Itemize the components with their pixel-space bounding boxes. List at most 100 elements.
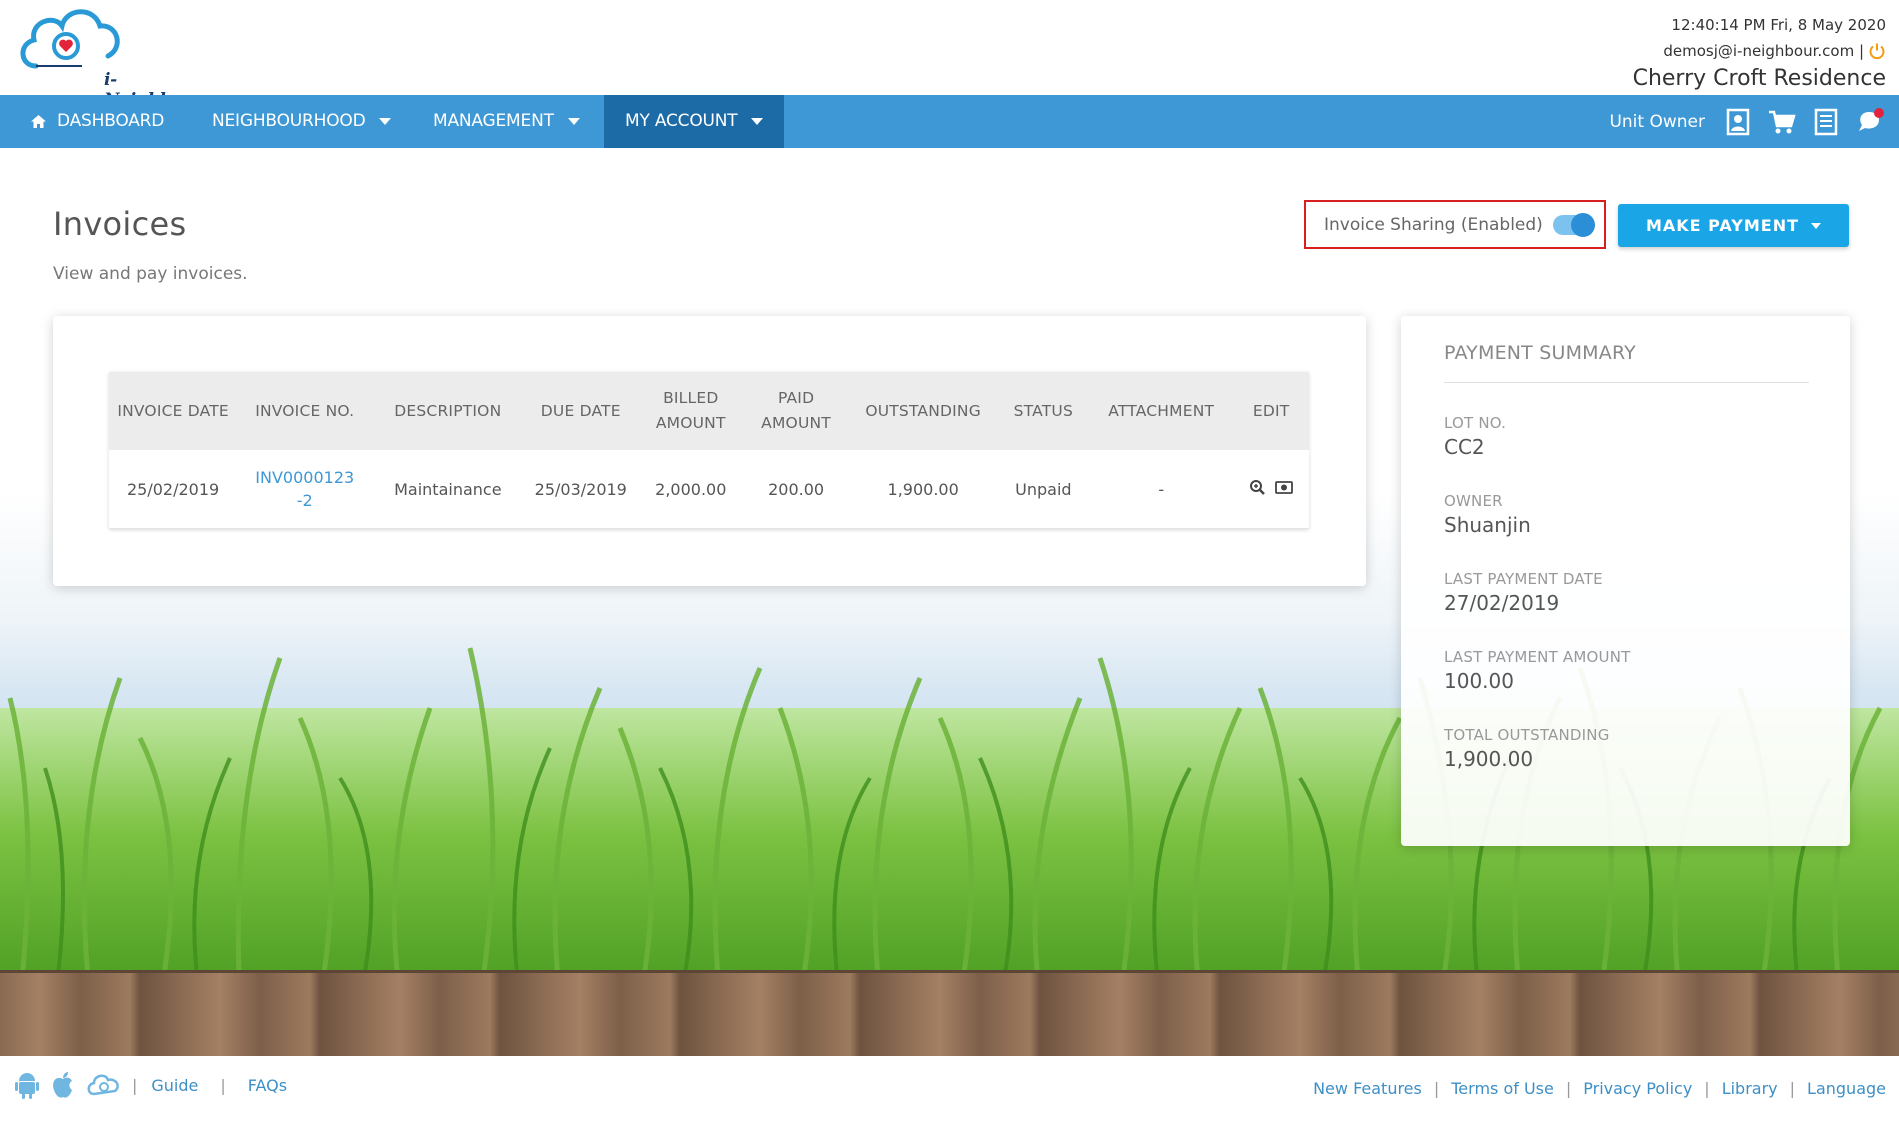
footer-divider: |	[1789, 1079, 1796, 1098]
nav-management[interactable]: MANAGEMENT	[433, 95, 580, 148]
logo[interactable]: i-Neighbour	[16, 4, 203, 110]
invoice-sharing-label: Invoice Sharing (Enabled)	[1324, 214, 1543, 235]
header-description[interactable]: DESCRIPTION	[372, 372, 524, 450]
footer-left: | Guide | FAQs	[14, 1070, 287, 1100]
header-edit: EDIT	[1233, 372, 1309, 450]
owner-value: Shuanjin	[1444, 513, 1531, 537]
payment-summary-card: PAYMENT SUMMARY LOT NO. CC2 OWNER Shuanj…	[1401, 316, 1850, 846]
cart-icon[interactable]	[1767, 107, 1797, 137]
table-row: 25/02/2019 INV0000123-2 Maintainance 25/…	[109, 450, 1309, 529]
nav-dashboard-label: DASHBOARD	[57, 111, 165, 131]
nav-neighbourhood[interactable]: NEIGHBOURHOOD	[212, 95, 392, 148]
main-nav: DASHBOARD NEIGHBOURHOOD MANAGEMENT MY AC…	[0, 95, 1899, 148]
footer-divider: |	[132, 1075, 138, 1095]
cell-description: Maintainance	[372, 450, 524, 529]
header-paid-amount[interactable]: PAID AMOUNT	[743, 372, 849, 450]
user-row: demosj@i-neighbour.com |	[1633, 40, 1886, 62]
summary-last-payment-amount: LAST PAYMENT AMOUNT 100.00	[1444, 648, 1631, 693]
terms-of-use-link[interactable]: Terms of Use	[1451, 1079, 1554, 1098]
make-payment-button[interactable]: MAKE PAYMENT	[1618, 204, 1849, 247]
lot-no-value: CC2	[1444, 435, 1485, 459]
library-link[interactable]: Library	[1722, 1079, 1778, 1098]
document-icon[interactable]	[1811, 107, 1841, 137]
summary-owner: OWNER Shuanjin	[1444, 492, 1531, 537]
table-header-row: INVOICE DATE INVOICE NO. DESCRIPTION DUE…	[109, 372, 1309, 450]
payment-summary-title: PAYMENT SUMMARY	[1444, 342, 1636, 364]
invoices-card: INVOICE DATE INVOICE NO. DESCRIPTION DUE…	[53, 316, 1366, 586]
cell-invoice-date: 25/02/2019	[109, 450, 238, 529]
cell-invoice-no: INV0000123-2	[237, 450, 373, 529]
chat-notification-icon[interactable]	[1855, 107, 1885, 137]
deck-edge	[0, 970, 1899, 973]
footer-divider: |	[1433, 1079, 1440, 1098]
invoice-sharing-control: Invoice Sharing (Enabled)	[1304, 200, 1606, 249]
footer-divider: |	[220, 1075, 226, 1095]
chevron-down-icon	[751, 118, 764, 125]
home-icon	[31, 115, 46, 128]
chevron-down-icon	[379, 118, 392, 125]
header-info: 12:40:14 PM Fri, 8 May 2020 demosj@i-nei…	[1633, 14, 1886, 94]
cell-edit	[1233, 450, 1309, 529]
nav-my-account[interactable]: MY ACCOUNT	[604, 95, 785, 148]
faqs-link[interactable]: FAQs	[248, 1076, 287, 1095]
new-features-link[interactable]: New Features	[1313, 1079, 1422, 1098]
view-icon[interactable]	[1275, 479, 1294, 495]
cell-outstanding: 1,900.00	[848, 450, 998, 529]
nav-dashboard[interactable]: DASHBOARD	[30, 95, 164, 148]
summary-lot-no: LOT NO. CC2	[1444, 414, 1506, 459]
power-icon[interactable]	[1868, 42, 1886, 60]
header-status[interactable]: STATUS	[997, 372, 1090, 450]
header-attachment[interactable]: ATTACHMENT	[1089, 372, 1234, 450]
last-payment-amount-label: LAST PAYMENT AMOUNT	[1444, 648, 1631, 666]
edit-actions	[1249, 479, 1294, 495]
header-due-date[interactable]: DUE DATE	[523, 372, 639, 450]
header-billed-amount[interactable]: BILLED AMOUNT	[638, 372, 744, 450]
footer-divider: |	[1565, 1079, 1572, 1098]
invoice-sharing-toggle[interactable]	[1552, 212, 1595, 237]
nav-neighbourhood-label: NEIGHBOURHOOD	[212, 111, 366, 131]
summary-total-outstanding: TOTAL OUTSTANDING 1,900.00	[1444, 726, 1610, 771]
summary-divider	[1444, 382, 1809, 383]
user-email: demosj@i-neighbour.com |	[1663, 42, 1864, 60]
privacy-policy-link[interactable]: Privacy Policy	[1583, 1079, 1692, 1098]
total-outstanding-label: TOTAL OUTSTANDING	[1444, 726, 1610, 744]
last-payment-date-label: LAST PAYMENT DATE	[1444, 570, 1603, 588]
android-icon[interactable]	[14, 1070, 40, 1100]
cloud-app-icon[interactable]	[86, 1070, 122, 1100]
summary-last-payment-date: LAST PAYMENT DATE 27/02/2019	[1444, 570, 1603, 615]
owner-label: OWNER	[1444, 492, 1503, 510]
page-title: Invoices	[53, 205, 187, 243]
toggle-knob	[1570, 212, 1595, 237]
last-payment-date-value: 27/02/2019	[1444, 591, 1560, 615]
apple-icon[interactable]	[50, 1070, 76, 1100]
chevron-down-icon	[567, 118, 580, 125]
last-payment-amount-value: 100.00	[1444, 669, 1514, 693]
header-outstanding[interactable]: OUTSTANDING	[848, 372, 998, 450]
nav-management-label: MANAGEMENT	[433, 111, 554, 131]
footer: | Guide | FAQs New Features | Terms of U…	[0, 1056, 1899, 1123]
invoices-table: INVOICE DATE INVOICE NO. DESCRIPTION DUE…	[109, 372, 1309, 529]
footer-divider: |	[1704, 1079, 1710, 1098]
page-subtitle: View and pay invoices.	[53, 264, 248, 284]
site-name: Cherry Croft Residence	[1632, 66, 1886, 91]
cell-due-date: 25/03/2019	[523, 450, 639, 529]
contact-card-icon[interactable]	[1723, 107, 1753, 137]
make-payment-label: MAKE PAYMENT	[1645, 216, 1800, 235]
invoice-no-link[interactable]: INV0000123-2	[255, 466, 355, 512]
header: i-Neighbour 12:40:14 PM Fri, 8 May 2020 …	[0, 0, 1899, 110]
cell-attachment: -	[1089, 450, 1234, 529]
cell-status: Unpaid	[997, 450, 1090, 529]
cell-billed-amount: 2,000.00	[638, 450, 744, 529]
total-outstanding-value: 1,900.00	[1444, 747, 1534, 771]
zoom-icon[interactable]	[1249, 479, 1267, 495]
language-link[interactable]: Language	[1807, 1079, 1886, 1098]
header-invoice-no[interactable]: INVOICE NO.	[237, 372, 373, 450]
guide-link[interactable]: Guide	[151, 1076, 198, 1095]
nav-tools: Unit Owner	[1609, 95, 1885, 148]
wooden-deck	[0, 970, 1899, 1056]
footer-right: New Features | Terms of Use | Privacy Po…	[1313, 1079, 1886, 1098]
logo-cloud-icon	[20, 9, 120, 69]
chevron-down-icon	[1811, 222, 1822, 229]
user-role: Unit Owner	[1609, 111, 1705, 132]
header-invoice-date[interactable]: INVOICE DATE	[109, 372, 238, 450]
